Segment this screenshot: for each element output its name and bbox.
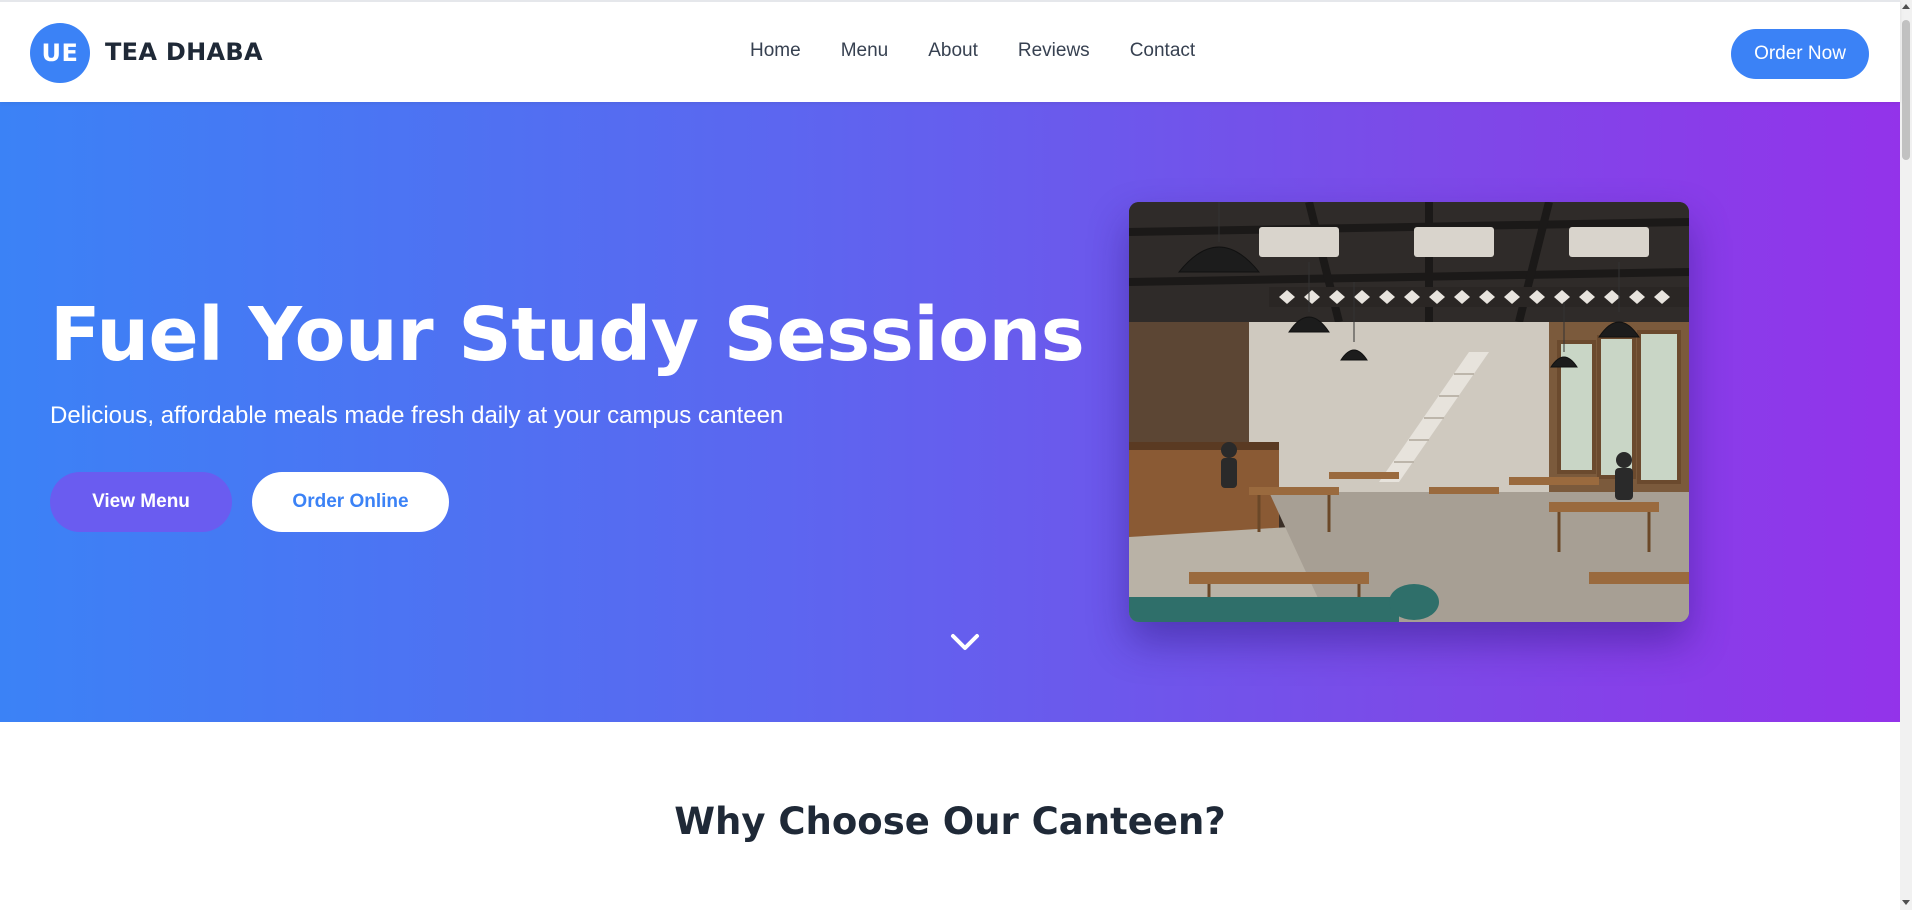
scroll-down-icon[interactable] xyxy=(1902,900,1910,905)
hero-image xyxy=(1129,202,1689,622)
nav-contact-link[interactable]: Contact xyxy=(1130,40,1195,62)
nav-home-link[interactable]: Home xyxy=(750,40,801,62)
nav-about-link[interactable]: About xyxy=(928,40,978,62)
canteen-photo-illustration xyxy=(1129,202,1689,622)
scroll-up-icon[interactable] xyxy=(1902,4,1910,9)
logo-badge[interactable]: UE xyxy=(30,23,90,83)
nav-reviews-link[interactable]: Reviews xyxy=(1018,40,1090,62)
chevron-down-icon[interactable] xyxy=(950,632,980,652)
scrollbar-thumb[interactable] xyxy=(1902,20,1910,160)
hero-subtitle: Delicious, affordable meals made fresh d… xyxy=(50,402,784,429)
logo-initials: UE xyxy=(41,39,79,67)
hero-section: Fuel Your Study Sessions Delicious, affo… xyxy=(0,102,1900,722)
nav-menu-link[interactable]: Menu xyxy=(841,40,889,62)
order-online-button[interactable]: Order Online xyxy=(252,472,449,532)
order-now-button[interactable]: Order Now xyxy=(1731,29,1869,79)
main-nav: Home Menu About Reviews Contact xyxy=(750,40,1195,62)
hero-title: Fuel Your Study Sessions xyxy=(50,292,1085,378)
site-header: UE TEA DHABA Home Menu About Reviews Con… xyxy=(0,0,1900,102)
page-scrollbar[interactable] xyxy=(1900,0,1912,910)
features-title: Why Choose Our Canteen? xyxy=(674,800,1226,843)
view-menu-button[interactable]: View Menu xyxy=(50,472,232,532)
brand-name[interactable]: TEA DHABA xyxy=(105,38,263,66)
